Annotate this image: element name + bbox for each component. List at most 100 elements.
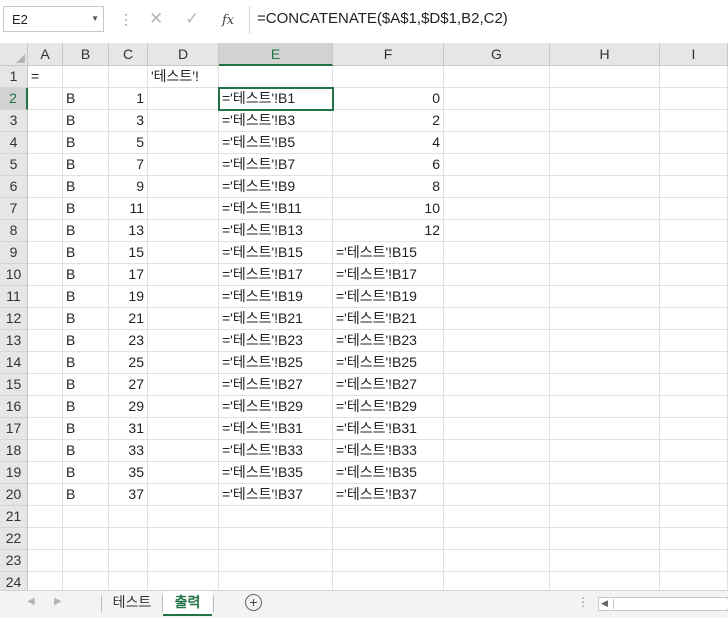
cell-a15[interactable] [28,374,63,396]
vertical-dots-icon[interactable]: ⋮ [577,595,589,609]
cell-a18[interactable] [28,440,63,462]
cell-c16[interactable]: 29 [109,396,148,418]
row-header-21[interactable]: 21 [0,506,28,528]
cell-d4[interactable] [148,132,219,154]
cell-a5[interactable] [28,154,63,176]
row-header-22[interactable]: 22 [0,528,28,550]
row-header-4[interactable]: 4 [0,132,28,154]
cell-h6[interactable] [550,176,660,198]
insert-function-icon[interactable]: fx [222,12,234,30]
cell-f11[interactable]: ='테스트'!B19 [333,286,444,308]
cell-b12[interactable]: B [63,308,109,330]
cell-b10[interactable]: B [63,264,109,286]
cell-i20[interactable] [660,484,728,506]
cell-b7[interactable]: B [63,198,109,220]
cell-g11[interactable] [444,286,550,308]
cell-a7[interactable] [28,198,63,220]
cell-h8[interactable] [550,220,660,242]
cell-i15[interactable] [660,374,728,396]
cell-h22[interactable] [550,528,660,550]
tab-sheet-output[interactable]: 출력 [163,591,212,616]
scroll-left-icon[interactable]: ◀ [601,598,608,609]
row-header-9[interactable]: 9 [0,242,28,264]
cell-i8[interactable] [660,220,728,242]
cell-e8[interactable]: ='테스트'!B13 [219,220,333,242]
cell-g12[interactable] [444,308,550,330]
cell-c8[interactable]: 13 [109,220,148,242]
cell-h19[interactable] [550,462,660,484]
cell-d11[interactable] [148,286,219,308]
row-header-5[interactable]: 5 [0,154,28,176]
cell-c4[interactable]: 5 [109,132,148,154]
cell-a13[interactable] [28,330,63,352]
cell-e18[interactable]: ='테스트'!B33 [219,440,333,462]
cell-d23[interactable] [148,550,219,572]
cell-f12[interactable]: ='테스트'!B21 [333,308,444,330]
cell-b6[interactable]: B [63,176,109,198]
cell-c9[interactable]: 15 [109,242,148,264]
cell-b17[interactable]: B [63,418,109,440]
enter-icon[interactable]: ✓ [185,10,199,28]
cell-f7[interactable]: 10 [333,198,444,220]
cell-a21[interactable] [28,506,63,528]
cell-a10[interactable] [28,264,63,286]
cell-b13[interactable]: B [63,330,109,352]
cell-g23[interactable] [444,550,550,572]
cell-g16[interactable] [444,396,550,418]
cell-f8[interactable]: 12 [333,220,444,242]
cell-g9[interactable] [444,242,550,264]
cell-d13[interactable] [148,330,219,352]
cell-b19[interactable]: B [63,462,109,484]
cell-f20[interactable]: ='테스트'!B37 [333,484,444,506]
row-header-16[interactable]: 16 [0,396,28,418]
cell-b18[interactable]: B [63,440,109,462]
cell-b20[interactable]: B [63,484,109,506]
cell-c1[interactable] [109,66,148,88]
cell-g14[interactable] [444,352,550,374]
cell-h20[interactable] [550,484,660,506]
cell-e11[interactable]: ='테스트'!B19 [219,286,333,308]
cell-i12[interactable] [660,308,728,330]
cell-a11[interactable] [28,286,63,308]
cell-f3[interactable]: 2 [333,110,444,132]
cell-f17[interactable]: ='테스트'!B31 [333,418,444,440]
cell-c5[interactable]: 7 [109,154,148,176]
tab-scroll-right-icon[interactable]: ▶ [54,596,62,607]
cell-a2[interactable] [28,88,63,110]
cell-d1[interactable]: '테스트'! [148,66,219,88]
row-header-8[interactable]: 8 [0,220,28,242]
cell-h17[interactable] [550,418,660,440]
tab-sheet-test[interactable]: 테스트 [103,591,161,614]
cell-c15[interactable]: 27 [109,374,148,396]
cell-b15[interactable]: B [63,374,109,396]
cell-a3[interactable] [28,110,63,132]
cell-c12[interactable]: 21 [109,308,148,330]
cell-d2[interactable] [148,88,219,110]
cell-g7[interactable] [444,198,550,220]
cell-f19[interactable]: ='테스트'!B35 [333,462,444,484]
cell-d8[interactable] [148,220,219,242]
cell-c2[interactable]: 1 [109,88,148,110]
cell-g19[interactable] [444,462,550,484]
cell-h11[interactable] [550,286,660,308]
cell-h15[interactable] [550,374,660,396]
cell-e15[interactable]: ='테스트'!B27 [219,374,333,396]
chevron-down-icon[interactable]: ▼ [91,14,99,23]
cell-f2[interactable]: 0 [333,88,444,110]
cell-d12[interactable] [148,308,219,330]
cell-e12[interactable]: ='테스트'!B21 [219,308,333,330]
cell-f4[interactable]: 4 [333,132,444,154]
cell-a9[interactable] [28,242,63,264]
cell-c19[interactable]: 35 [109,462,148,484]
cell-i9[interactable] [660,242,728,264]
cell-d21[interactable] [148,506,219,528]
cell-f13[interactable]: ='테스트'!B23 [333,330,444,352]
cell-d17[interactable] [148,418,219,440]
cell-a20[interactable] [28,484,63,506]
row-header-6[interactable]: 6 [0,176,28,198]
cell-e23[interactable] [219,550,333,572]
cell-g5[interactable] [444,154,550,176]
cell-h4[interactable] [550,132,660,154]
cell-d10[interactable] [148,264,219,286]
cell-h9[interactable] [550,242,660,264]
